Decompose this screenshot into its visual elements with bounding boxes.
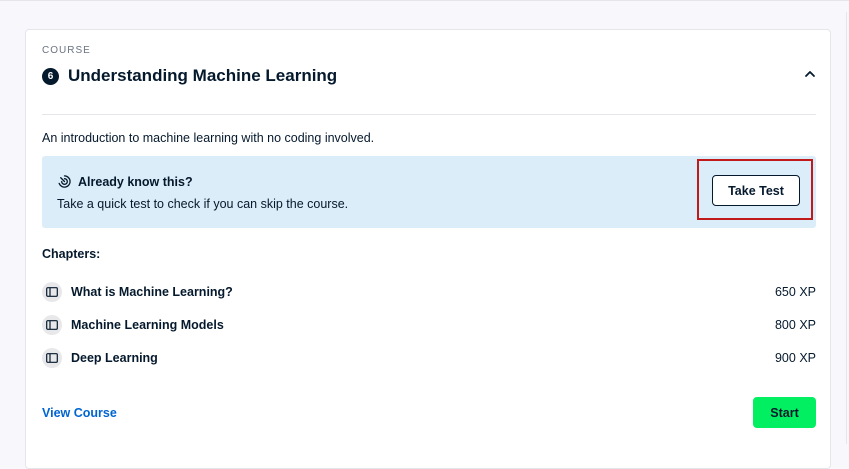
course-number-badge: 6 <box>42 67 59 85</box>
course-description: An introduction to machine learning with… <box>42 131 375 145</box>
chapter-item[interactable]: What is Machine Learning? 650 XP <box>42 282 816 302</box>
chapter-item[interactable]: Deep Learning 900 XP <box>42 348 816 368</box>
course-title: Understanding Machine Learning <box>68 66 338 85</box>
book-icon <box>42 348 62 368</box>
divider <box>42 114 816 115</box>
chapter-xp: 900 XP <box>774 351 816 365</box>
course-eyebrow: COURSE <box>42 45 91 56</box>
skip-test-banner: Already know this? Take a quick test to … <box>42 156 816 228</box>
chapter-name: Machine Learning Models <box>71 318 224 332</box>
gauge-icon <box>58 175 71 188</box>
banner-heading: Already know this? <box>78 174 193 189</box>
book-icon <box>42 282 62 302</box>
chapter-name: What is Machine Learning? <box>71 285 233 299</box>
chapter-item[interactable]: Machine Learning Models 800 XP <box>42 315 816 335</box>
outer-panel-edge <box>846 12 847 444</box>
chapter-name: Deep Learning <box>71 351 158 365</box>
course-title-row: 6 Understanding Machine Learning <box>42 66 337 86</box>
banner-heading-row: Already know this? <box>57 174 193 189</box>
take-test-button[interactable]: Take Test <box>712 175 800 206</box>
view-course-link[interactable]: View Course <box>42 406 117 420</box>
chapters-heading: Chapters: <box>42 247 101 261</box>
book-icon <box>42 315 62 335</box>
start-button[interactable]: Start <box>753 397 816 428</box>
banner-subtext: Take a quick test to check if you can sk… <box>57 197 349 211</box>
chapter-xp: 800 XP <box>774 318 816 332</box>
course-card: COURSE 6 Understanding Machine Learning … <box>25 29 831 469</box>
highlight-annotation: Take Test <box>697 159 813 220</box>
chapter-xp: 650 XP <box>774 285 816 299</box>
chevron-up-icon[interactable] <box>802 66 818 82</box>
